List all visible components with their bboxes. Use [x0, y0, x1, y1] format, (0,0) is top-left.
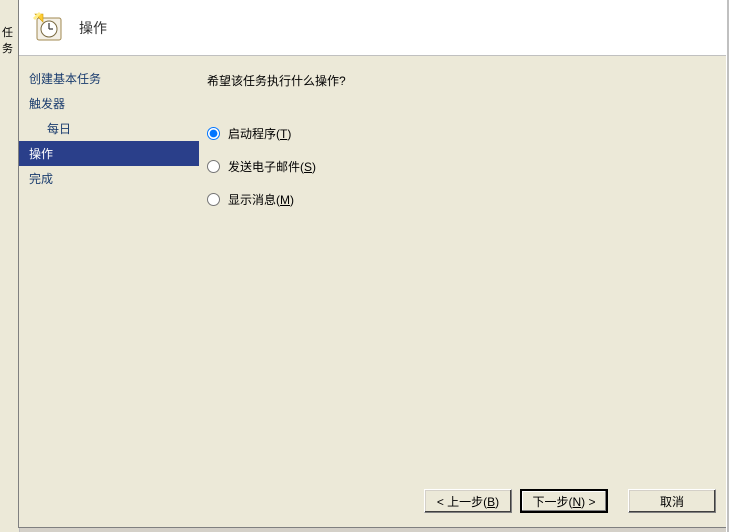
- background-truncated-label: 任务: [2, 24, 19, 56]
- wizard-button-bar: < 上一步(B) 下一步(N) > 取消: [19, 475, 728, 527]
- sidebar-item-trigger[interactable]: 触发器: [19, 91, 199, 116]
- radio-show-message-label: 显示消息(M): [228, 191, 294, 208]
- radio-show-message-row[interactable]: 显示消息(M): [207, 191, 708, 208]
- radio-send-email[interactable]: [207, 160, 220, 173]
- prompt-text: 希望该任务执行什么操作?: [207, 72, 708, 89]
- radio-start-program-row[interactable]: 启动程序(T): [207, 125, 708, 142]
- radio-show-message[interactable]: [207, 193, 220, 206]
- radio-start-program[interactable]: [207, 127, 220, 140]
- background-window-strip: 任务: [0, 0, 20, 532]
- radio-start-program-label: 启动程序(T): [228, 125, 291, 142]
- task-clock-icon: [33, 12, 65, 44]
- sidebar-item-create-basic-task[interactable]: 创建基本任务: [19, 66, 199, 91]
- wizard-dialog: 操作 创建基本任务 触发器 每日 操作 完成 希望该任务执行什么操作? 启动程序…: [18, 0, 729, 528]
- dialog-header: 操作: [19, 0, 728, 56]
- dialog-body: 创建基本任务 触发器 每日 操作 完成 希望该任务执行什么操作? 启动程序(T)…: [19, 56, 728, 475]
- next-button[interactable]: 下一步(N) >: [520, 489, 608, 513]
- sidebar-item-action[interactable]: 操作: [19, 141, 199, 166]
- back-button[interactable]: < 上一步(B): [424, 489, 512, 513]
- wizard-content: 希望该任务执行什么操作? 启动程序(T) 发送电子邮件(S) 显示消息(M): [199, 56, 728, 475]
- radio-send-email-label: 发送电子邮件(S): [228, 158, 316, 175]
- wizard-sidebar: 创建基本任务 触发器 每日 操作 完成: [19, 56, 199, 475]
- sidebar-item-daily[interactable]: 每日: [19, 116, 199, 141]
- cancel-button[interactable]: 取消: [628, 489, 716, 513]
- radio-send-email-row[interactable]: 发送电子邮件(S): [207, 158, 708, 175]
- dialog-title: 操作: [79, 18, 107, 38]
- sidebar-item-finish[interactable]: 完成: [19, 166, 199, 191]
